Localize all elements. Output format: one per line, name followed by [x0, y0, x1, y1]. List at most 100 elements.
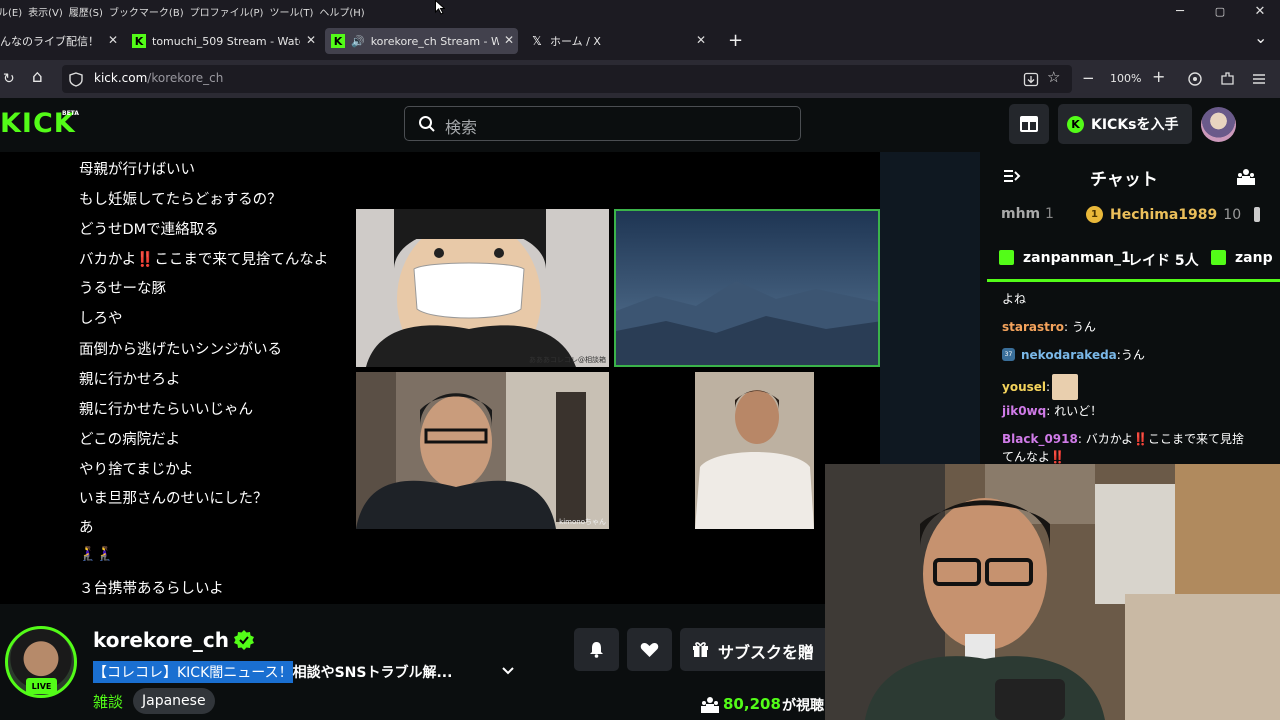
- speaker-icon[interactable]: 🔊: [351, 35, 365, 48]
- overlay-chat-line: いま旦那さんのせいにした？: [79, 491, 268, 507]
- tab-title: んなのライブ配信！: [0, 35, 96, 48]
- url-bar[interactable]: kick.com/korekore_ch ☆: [62, 65, 1072, 93]
- extension-icon[interactable]: [1187, 71, 1203, 87]
- zoom-out-button[interactable]: −: [1082, 68, 1095, 88]
- search-input[interactable]: 検索: [404, 106, 801, 141]
- window-close-button[interactable]: ✕: [1240, 0, 1280, 22]
- mouse-cursor-icon: [435, 0, 445, 15]
- participant-video: [695, 372, 814, 529]
- zoom-level[interactable]: 100%: [1110, 69, 1141, 89]
- chat-users-icon[interactable]: [1237, 168, 1255, 185]
- menu-edit[interactable]: ル(E): [0, 4, 22, 19]
- call-tile-participant-1: kimonoちゃん: [356, 372, 609, 529]
- shield-icon[interactable]: [69, 72, 83, 87]
- video-player[interactable]: 母親が行けばいい もし妊娠してたらどぉするの？ どうせDMで連絡取る バカかよ‼…: [0, 152, 880, 604]
- chevron-down-icon[interactable]: [501, 666, 515, 676]
- raid-icon: [999, 250, 1014, 265]
- reload-icon[interactable]: ↻: [3, 69, 15, 89]
- tab-title: ホーム / X: [550, 35, 601, 48]
- chat-message: starastro: うん: [1002, 320, 1096, 334]
- gift-subscription-label: サブスクを贈: [718, 643, 815, 662]
- user-avatar[interactable]: [1201, 107, 1236, 142]
- leaderboard-more-icon: [1254, 207, 1260, 222]
- close-icon[interactable]: ✕: [504, 33, 514, 47]
- overlay-chat-line: バカかよ‼️ここまで来て見捨てんなよ: [79, 252, 329, 268]
- save-to-pocket-icon[interactable]: [1023, 72, 1039, 87]
- bookmark-star-icon[interactable]: ☆: [1047, 68, 1060, 86]
- get-kicks-button[interactable]: K KICKsを入手: [1058, 104, 1192, 144]
- raid-icon: [1211, 250, 1226, 265]
- close-icon[interactable]: ✕: [306, 33, 316, 47]
- leaderboard-name: Hechima1989: [1110, 206, 1218, 223]
- close-icon[interactable]: ✕: [696, 33, 706, 47]
- tab-title: korekore_ch Stream - Watch Live on Kick: [370, 34, 499, 48]
- chat-title: チャット: [1090, 170, 1158, 190]
- chat-panel: チャット mhm 1 1 Hechima1989 10 zanpanman_1 …: [980, 152, 1280, 464]
- viewer-count-suffix: が視聴: [782, 698, 824, 714]
- leaderboard-name: mhm: [1001, 206, 1041, 222]
- overlay-chat-line: どこの病院だよ: [79, 432, 181, 448]
- leaderboard-count: 10: [1223, 206, 1242, 223]
- overlay-chat-line: 面倒から逃げたいシンジがいる: [79, 342, 282, 358]
- streamer-webcam: [825, 464, 1280, 720]
- minimize-button[interactable]: ─: [1160, 0, 1200, 22]
- leaderboard-count: 1: [1045, 206, 1054, 222]
- close-icon[interactable]: ✕: [108, 33, 118, 47]
- chat-message: Black_0918: バカかよ‼️ここまで来て見捨: [1002, 432, 1245, 446]
- menu-bookmarks[interactable]: ブックマーク(B): [109, 4, 184, 19]
- tab-live-stream[interactable]: んなのライブ配信！ ✕: [0, 28, 122, 54]
- chat-text: バカかよ‼️ここまで来て見捨: [1085, 432, 1245, 446]
- subscriber-badge: 37: [1002, 348, 1015, 361]
- stream-title: 【コレコレ】KICK闇ニュース！ 相談やSNSトラブル解...: [93, 660, 452, 683]
- verified-icon: [234, 630, 254, 650]
- follow-button[interactable]: [627, 628, 672, 671]
- chat-username[interactable]: yousel: [1002, 380, 1046, 394]
- menu-profiles[interactable]: プロファイル(P): [190, 4, 264, 19]
- menu-tools[interactable]: ツール(T): [269, 4, 313, 19]
- menu-history[interactable]: 履歴(S): [69, 4, 103, 19]
- tab-list-button[interactable]: ⌄: [1254, 28, 1267, 47]
- collapse-chat-icon[interactable]: [1003, 168, 1021, 184]
- channel-name[interactable]: korekore_ch: [93, 628, 229, 652]
- gift-subscription-button[interactable]: サブスクを贈: [680, 628, 825, 671]
- chat-username[interactable]: starastro: [1002, 320, 1064, 334]
- chat-username[interactable]: Black_0918: [1002, 432, 1078, 446]
- category-link[interactable]: 雑談: [93, 691, 123, 712]
- hamburger-menu-icon[interactable]: [1252, 72, 1266, 86]
- url-path: /korekore_ch: [147, 71, 224, 85]
- chat-text: うん: [1120, 348, 1145, 362]
- chat-username[interactable]: jik0wq: [1002, 404, 1046, 418]
- language-tag[interactable]: Japanese: [133, 688, 215, 714]
- puzzle-extensions-icon[interactable]: [1220, 71, 1235, 86]
- tab-x-home[interactable]: 𝕏 ホーム / X ✕: [526, 28, 714, 54]
- tab-korekore[interactable]: K 🔊 korekore_ch Stream - Watch Live on K…: [325, 28, 518, 54]
- browser-menubar: ル(E) 表示(V) 履歴(S) ブックマーク(B) プロファイル(P) ツール…: [0, 0, 1280, 22]
- stream-chat-overlay: 母親が行けばいい もし妊娠してたらどぉするの？ どうせDMで連絡取る バカかよ‼…: [75, 152, 356, 604]
- browse-icon: [1020, 116, 1038, 132]
- menu-help[interactable]: ヘルプ(H): [319, 4, 364, 19]
- participant-video: [356, 372, 609, 529]
- chat-username[interactable]: nekodarakeda: [1021, 348, 1117, 362]
- overlay-chat-line: あ: [79, 520, 94, 536]
- tab-tomuchi[interactable]: K tomuchi_509 Stream - Watch Live on Kic…: [128, 28, 320, 54]
- bell-icon: [590, 642, 603, 658]
- overlay-chat-line: もし妊娠してたらどぉするの？: [79, 192, 282, 208]
- maximize-button[interactable]: ▢: [1200, 0, 1240, 22]
- browse-button[interactable]: [1009, 104, 1049, 144]
- new-tab-button[interactable]: +: [728, 30, 743, 51]
- rank-1-icon: 1: [1086, 206, 1103, 223]
- site-header: KICK BETA 検索 K KICKsを入手: [0, 98, 1280, 152]
- get-kicks-label: KICKsを入手: [1091, 117, 1179, 133]
- overlay-chat-line: 親に行かせたらいいじゃん: [79, 402, 253, 418]
- x-logo-icon: 𝕏: [532, 34, 542, 48]
- url-text[interactable]: kick.com/korekore_ch: [94, 71, 223, 85]
- overlay-chat-line: やり捨てまじかよ: [79, 462, 194, 478]
- home-icon[interactable]: ⌂: [32, 67, 43, 87]
- menu-view[interactable]: 表示(V): [28, 4, 63, 19]
- stream-title-highlight: 【コレコレ】KICK闇ニュース！: [93, 660, 293, 683]
- overlay-chat-line: しろや: [79, 311, 123, 327]
- overlay-chat-line: ３台携帯あるらしいよ: [79, 581, 224, 597]
- notification-button[interactable]: [574, 628, 619, 671]
- zoom-in-button[interactable]: +: [1152, 67, 1165, 87]
- overlay-chat-line: 母親が行けばいい: [79, 162, 195, 178]
